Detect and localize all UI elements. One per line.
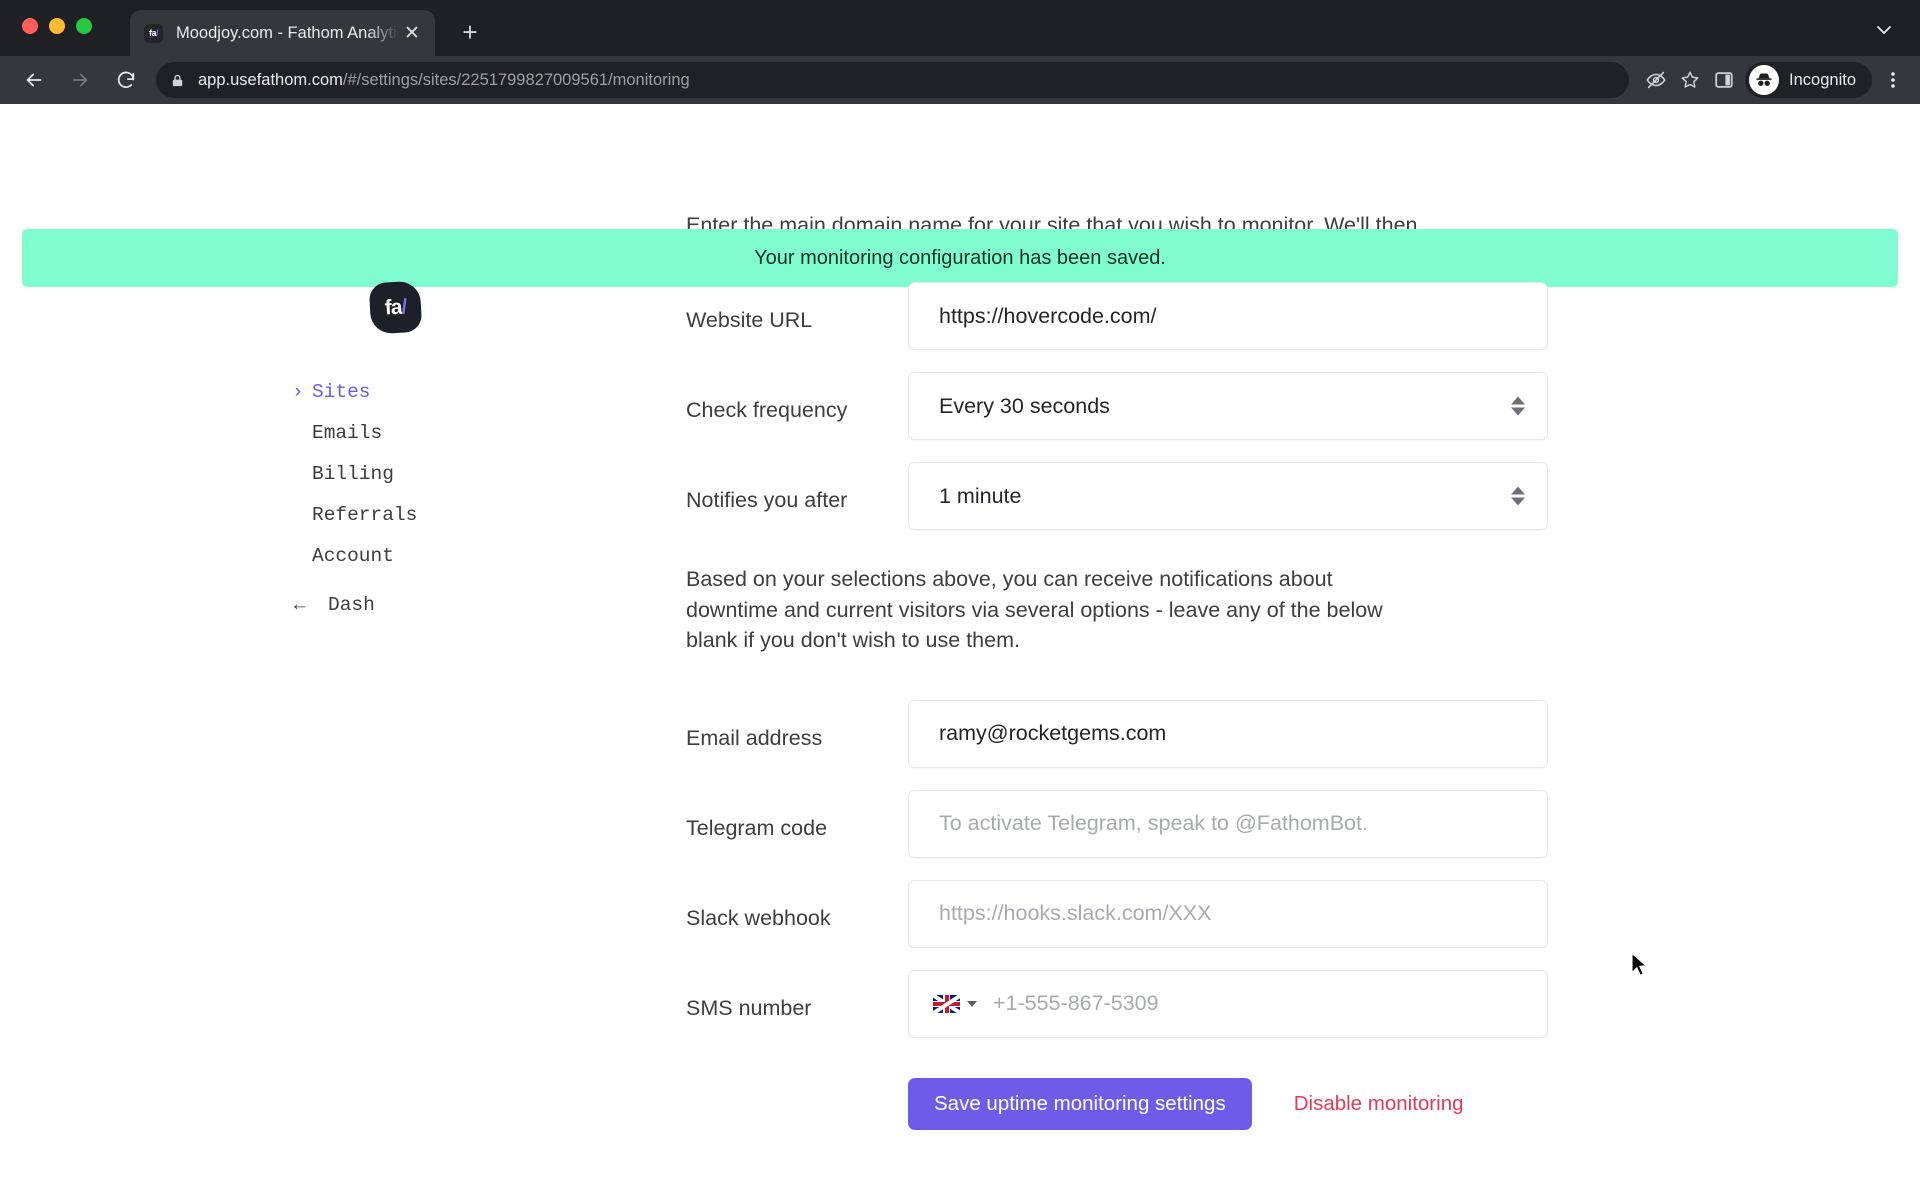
notifies-after-value: 1 minute: [939, 483, 1022, 508]
sms-number-input[interactable]: +1-555-867-5309: [908, 969, 1548, 1038]
notifies-after-select[interactable]: 1 minute: [908, 462, 1548, 530]
back-arrow-icon[interactable]: [16, 62, 52, 98]
form-row-check-frequency: Check frequency Every 30 seconds: [686, 372, 1548, 440]
slack-webhook-placeholder: https://hooks.slack.com/XXX: [939, 901, 1212, 926]
address-bar[interactable]: app.usefathom.com/#/settings/sites/22517…: [156, 62, 1630, 98]
mouse-cursor: [1630, 952, 1650, 980]
sidebar-item-billing[interactable]: Billing: [300, 457, 530, 491]
eye-off-icon[interactable]: [1639, 63, 1673, 97]
incognito-label: Incognito: [1789, 70, 1856, 89]
star-icon[interactable]: [1673, 63, 1707, 97]
telegram-code-input[interactable]: To activate Telegram, speak to @FathomBo…: [908, 789, 1548, 858]
sidebar-item-label: Account: [312, 545, 394, 567]
flash-banner-message: Your monitoring configuration has been s…: [754, 246, 1166, 269]
notifications-description: Based on your selections above, you can …: [686, 567, 1383, 653]
email-address-value: ramy@rocketgems.com: [939, 721, 1167, 746]
form-row-telegram-code: Telegram code To activate Telegram, spea…: [686, 789, 1548, 858]
slack-webhook-input[interactable]: https://hooks.slack.com/XXX: [908, 879, 1548, 948]
form-row-email-address: Email address ramy@rocketgems.com: [686, 699, 1548, 768]
side-panel-icon[interactable]: [1707, 63, 1741, 97]
window-close-button[interactable]: [22, 18, 38, 34]
fathom-logo-icon[interactable]: fa/: [368, 280, 423, 335]
website-url-label: Website URL: [686, 308, 813, 332]
slack-webhook-label: Slack webhook: [686, 905, 831, 930]
notifies-after-label: Notifies you after: [686, 488, 848, 512]
window-maximize-button[interactable]: [76, 18, 92, 34]
check-frequency-select[interactable]: Every 30 seconds: [908, 372, 1548, 440]
website-url-input[interactable]: https://hovercode.com/: [908, 282, 1548, 350]
lock-icon: [170, 73, 185, 88]
sidebar-item-account[interactable]: Account: [300, 539, 530, 573]
reload-icon[interactable]: [108, 62, 144, 98]
browser-toolbar: app.usefathom.com/#/settings/sites/22517…: [0, 56, 1920, 104]
form-row-slack-webhook: Slack webhook https://hooks.slack.com/XX…: [686, 879, 1548, 948]
settings-sidebar: fa/ › Sites Emails Billing Referrals Acc…: [292, 280, 530, 629]
disable-monitoring-link[interactable]: Disable monitoring: [1294, 1092, 1464, 1116]
sidebar-nav: › Sites Emails Billing Referrals Account…: [292, 375, 530, 629]
form-row-notifies-after: Notifies you after 1 minute: [686, 462, 1548, 530]
sidebar-item-referrals[interactable]: Referrals: [300, 498, 530, 532]
telegram-code-label: Telegram code: [686, 815, 828, 840]
incognito-avatar-icon: [1749, 65, 1780, 95]
sidebar-item-dash[interactable]: ← Dash: [294, 588, 530, 622]
sidebar-item-label: Billing: [312, 463, 394, 485]
uk-flag-icon: [933, 994, 960, 1013]
website-url-value: https://hovercode.com/: [939, 303, 1157, 328]
browser-tab-title: Moodjoy.com - Fathom Analytics: [176, 23, 399, 42]
tab-strip: fa / Moodjoy.com - Fathom Analytics ✕ +: [0, 0, 1920, 56]
monitoring-settings-form: Website URL https://hovercode.com/ Check…: [686, 282, 1548, 1130]
fathom-logo-label: fa/: [384, 294, 407, 320]
sidebar-item-sites[interactable]: › Sites: [292, 375, 530, 409]
check-frequency-label: Check frequency: [686, 398, 848, 422]
sidebar-item-label: Dash: [328, 594, 375, 616]
sms-number-placeholder: +1-555-867-5309: [993, 991, 1159, 1016]
browser-window: fa/ Moodjoy.com - Fathom Analytics ✕ +: [0, 0, 1920, 1200]
back-arrow-icon: ←: [294, 594, 306, 616]
sidebar-item-emails[interactable]: Emails: [300, 416, 530, 450]
window-minimize-button[interactable]: [49, 18, 65, 34]
new-tab-button[interactable]: +: [455, 17, 485, 47]
chevron-down-icon[interactable]: [1870, 16, 1898, 44]
email-address-input[interactable]: ramy@rocketgems.com: [908, 699, 1548, 768]
chevron-down-icon: [967, 1000, 977, 1007]
forward-arrow-icon[interactable]: [62, 62, 98, 98]
form-row-sms-number: SMS number +1-555-867-5309: [686, 969, 1548, 1038]
select-updown-icon: [1511, 486, 1525, 506]
flash-success-banner: Your monitoring configuration has been s…: [22, 229, 1898, 287]
window-traffic-lights: [22, 18, 92, 34]
three-dot-menu-icon[interactable]: [1876, 63, 1910, 97]
incognito-profile-button[interactable]: Incognito: [1745, 62, 1872, 98]
page-viewport: Enter the main domain name for your site…: [0, 104, 1920, 1200]
address-bar-url: app.usefathom.com/#/settings/sites/22517…: [198, 70, 690, 89]
sms-country-select[interactable]: [933, 994, 977, 1013]
select-updown-icon: [1511, 396, 1525, 416]
email-address-label: Email address: [686, 725, 823, 750]
form-actions: Save uptime monitoring settings Disable …: [908, 1077, 1548, 1130]
fathom-favicon-icon: fa /: [144, 23, 163, 43]
tab-close-icon[interactable]: ✕: [399, 20, 425, 46]
save-uptime-monitoring-button[interactable]: Save uptime monitoring settings: [908, 1077, 1252, 1130]
check-frequency-value: Every 30 seconds: [939, 393, 1110, 418]
sidebar-item-label: Referrals: [312, 504, 418, 526]
sidebar-item-label: Sites: [312, 381, 371, 403]
sms-number-label: SMS number: [686, 995, 812, 1020]
chevron-right-icon: ›: [292, 381, 304, 403]
form-row-website-url: Website URL https://hovercode.com/: [686, 282, 1548, 350]
telegram-code-placeholder: To activate Telegram, speak to @FathomBo…: [939, 811, 1368, 836]
browser-tab-active[interactable]: fa / Moodjoy.com - Fathom Analytics ✕: [130, 10, 435, 56]
sidebar-item-label: Emails: [312, 422, 383, 444]
